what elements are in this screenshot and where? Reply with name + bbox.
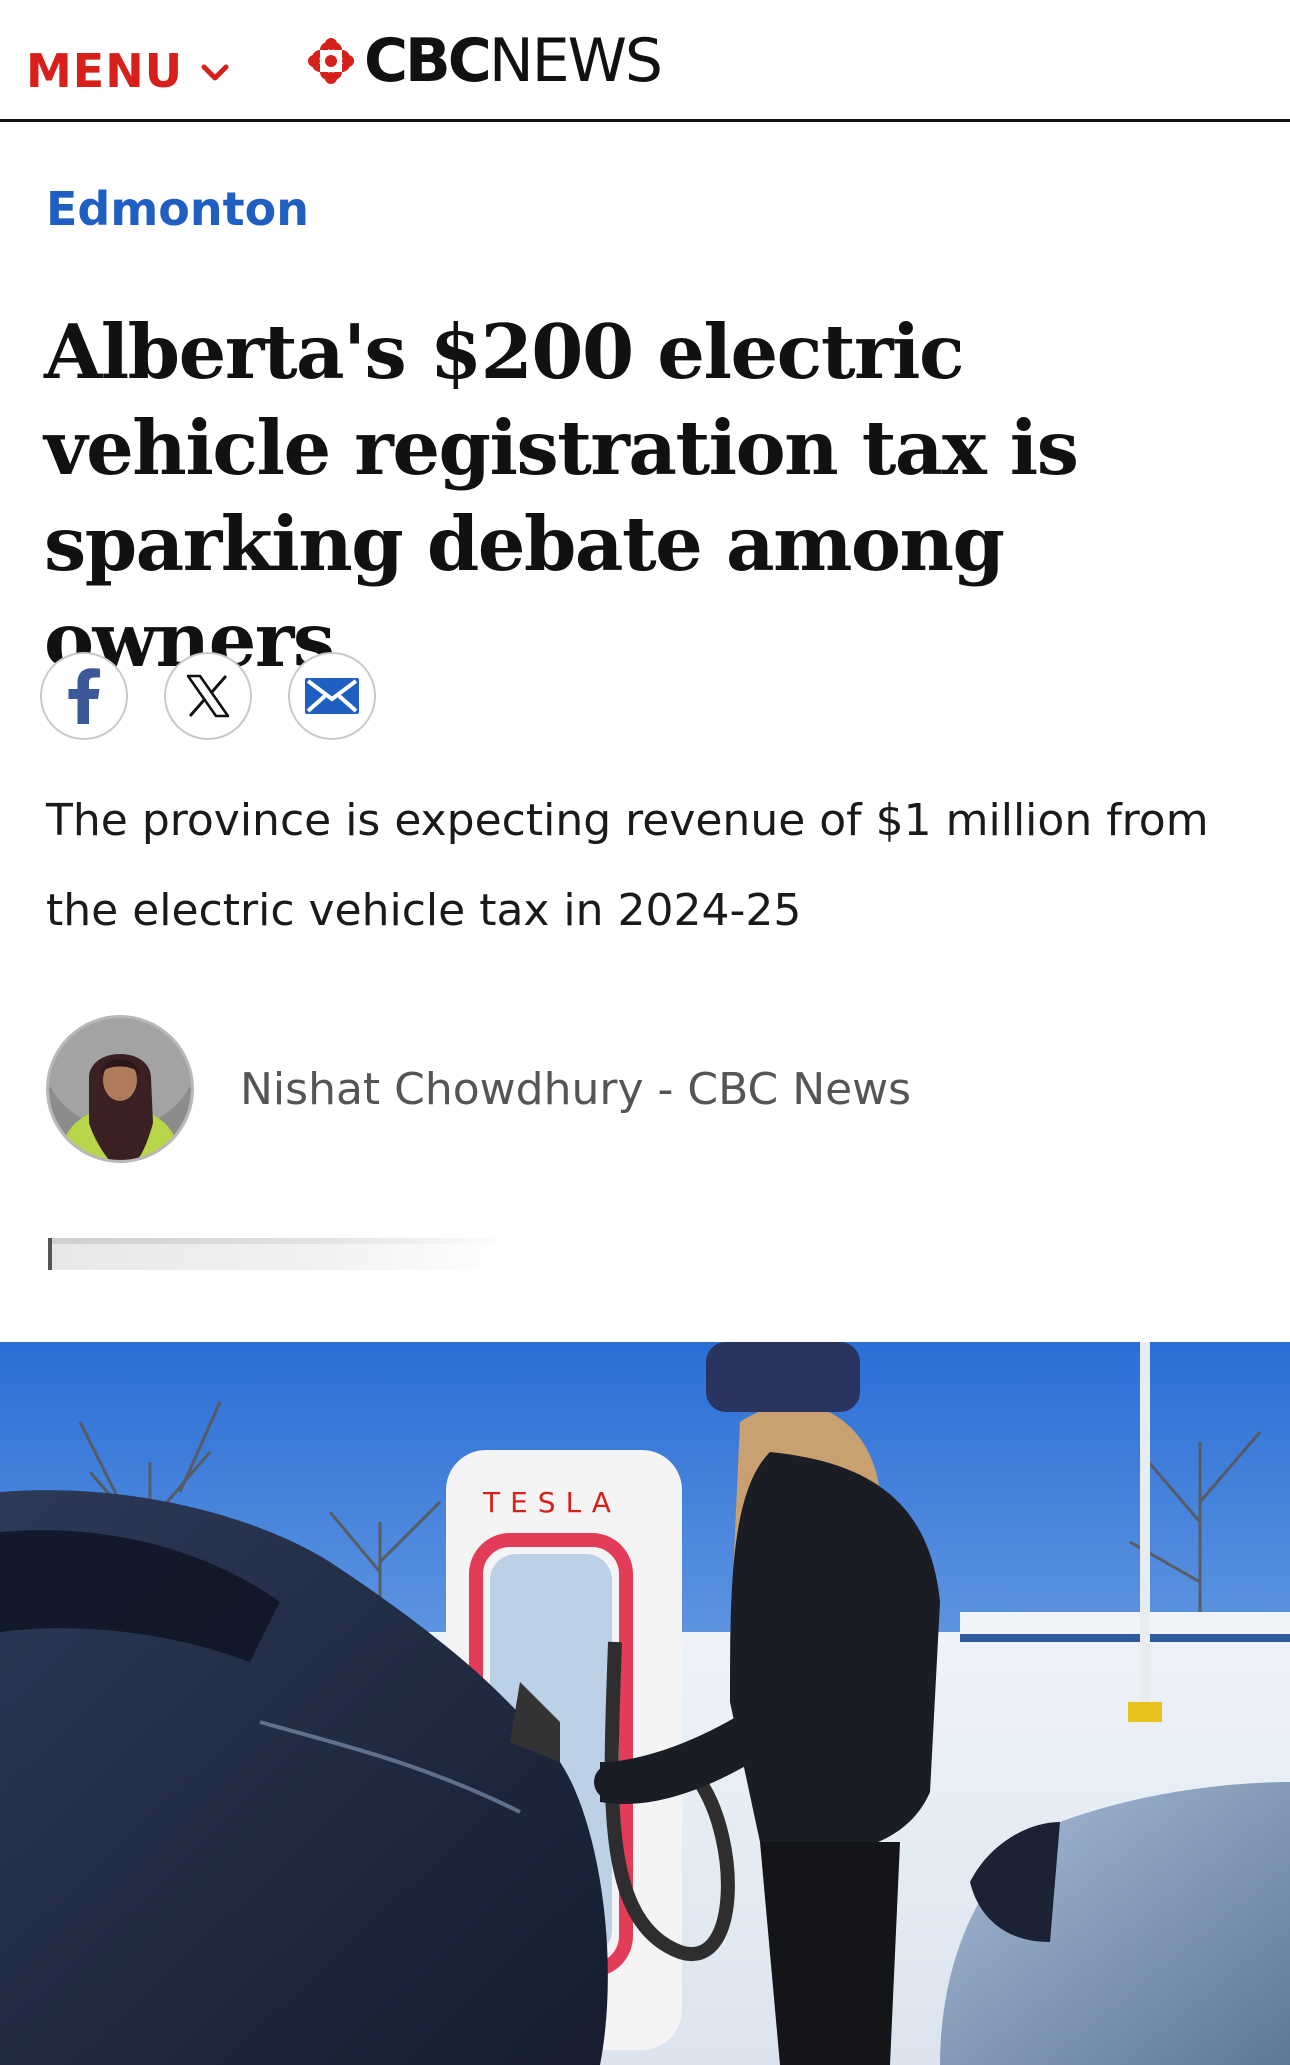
author-name[interactable]: Nishat Chowdhury - CBC News — [240, 1064, 911, 1115]
cbc-news-logo[interactable]: CBC NEWS — [306, 26, 663, 96]
share-facebook-button[interactable] — [40, 652, 128, 740]
logo-news-text: NEWS — [488, 26, 663, 96]
menu-button[interactable]: MENU — [26, 44, 229, 98]
x-icon — [186, 674, 230, 718]
byline: Nishat Chowdhury - CBC News — [46, 1015, 911, 1163]
charger-brand: TESLA — [482, 1486, 621, 1519]
chevron-down-icon — [201, 64, 229, 81]
share-email-button[interactable] — [288, 652, 376, 740]
article-deck: The province is expecting revenue of $1 … — [46, 795, 1209, 936]
email-icon — [305, 678, 359, 714]
hero-photo: TESLA — [0, 1342, 1290, 2065]
hero-image[interactable]: TESLA — [0, 1342, 1290, 2065]
facebook-icon — [68, 668, 100, 724]
share-x-button[interactable] — [164, 652, 252, 740]
site-header: MENU CBC NEWS — [0, 0, 1290, 122]
logo-cbc-text: CBC — [364, 26, 492, 96]
author-avatar[interactable] — [46, 1015, 194, 1163]
menu-label: MENU — [26, 44, 184, 98]
author-photo — [49, 1018, 191, 1160]
cbc-gem-icon — [308, 38, 354, 84]
loading-placeholder — [48, 1238, 508, 1270]
section-link[interactable]: Edmonton — [46, 182, 309, 236]
share-bar — [40, 652, 412, 740]
page-title: Alberta's $200 electric vehicle registra… — [44, 308, 1079, 684]
